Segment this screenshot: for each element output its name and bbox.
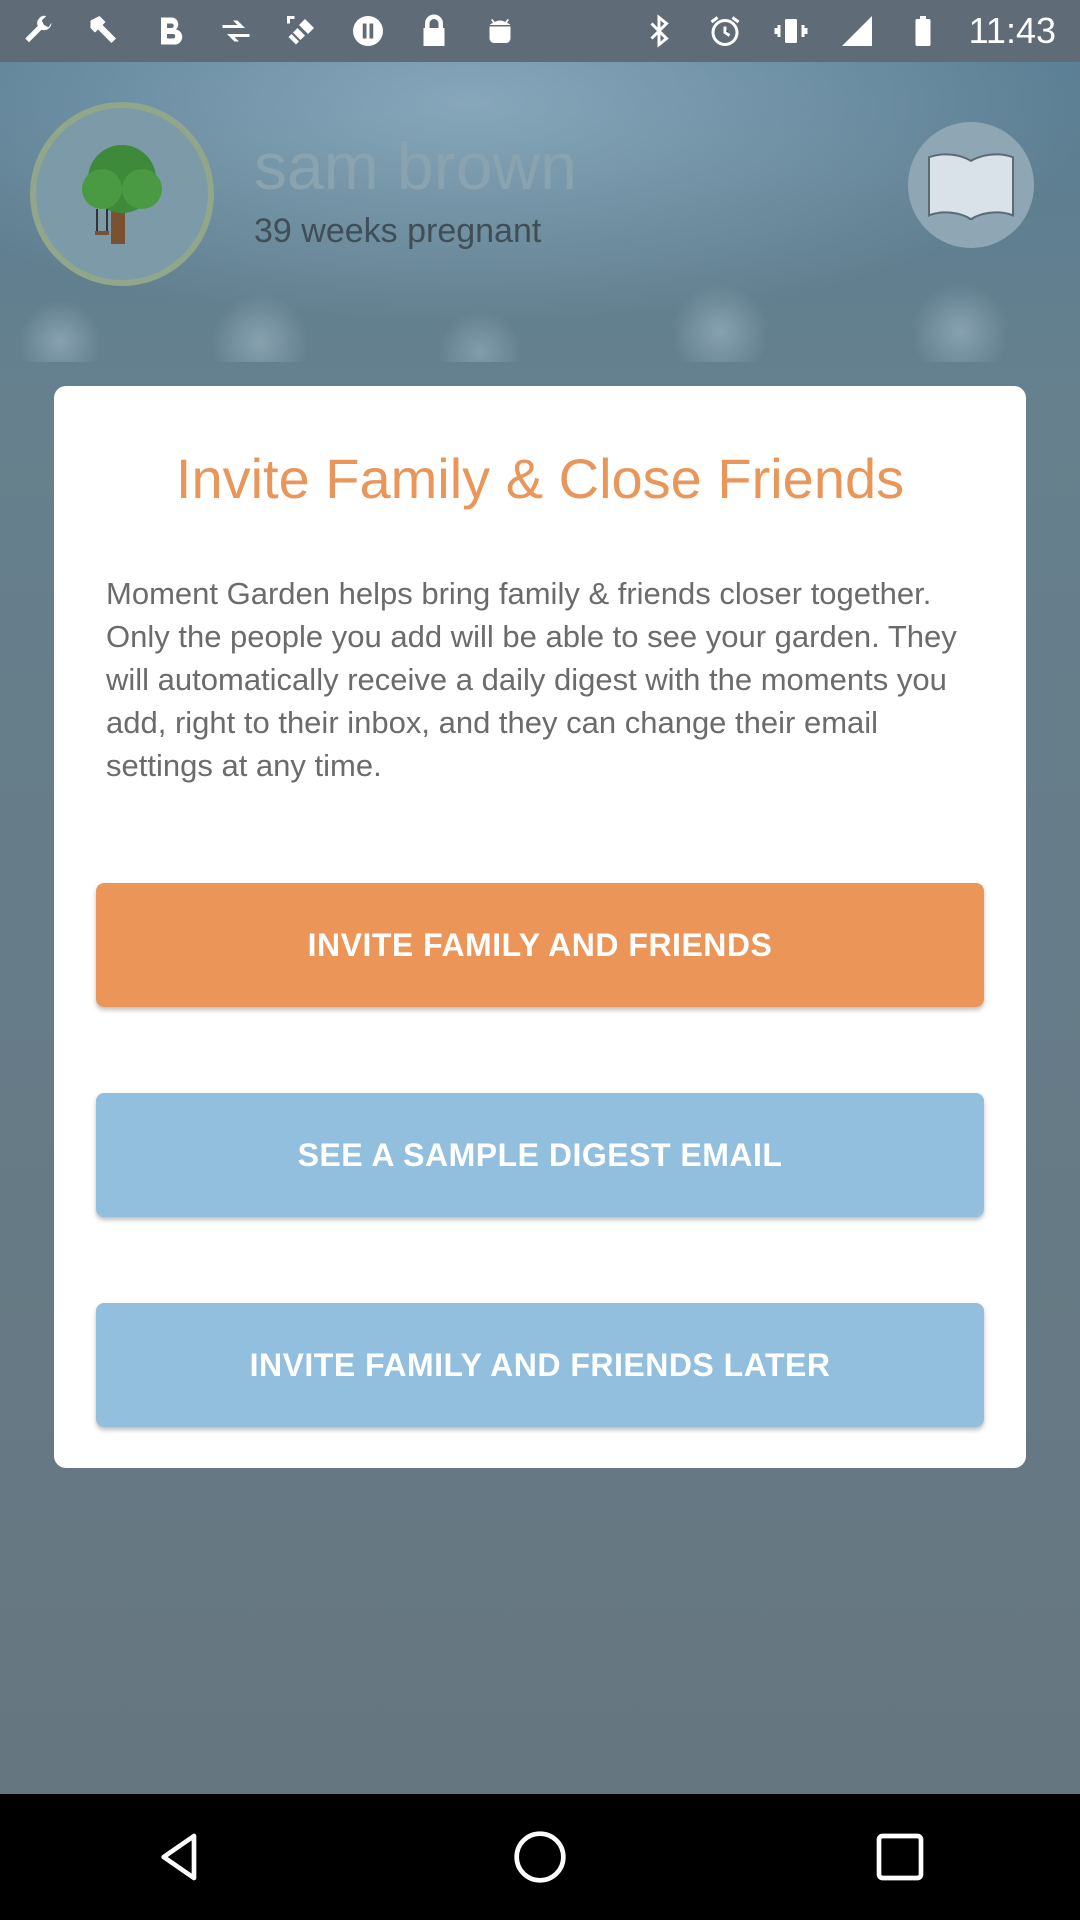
invite-family-button[interactable]: INVITE FAMILY AND FRIENDS: [96, 883, 984, 1007]
status-bar-right: 11:43: [639, 10, 1056, 52]
bold-b-icon: [150, 11, 190, 51]
dialog-title: Invite Family & Close Friends: [175, 447, 905, 510]
home-icon[interactable]: [500, 1817, 580, 1897]
hammer-icon: [84, 11, 124, 51]
profile-name: sam brown: [254, 129, 577, 203]
wrench-icon: [18, 11, 58, 51]
lock-icon: [414, 11, 454, 51]
vibrate-icon: [771, 11, 811, 51]
navigation-bar: [0, 1794, 1080, 1920]
android-icon: [480, 11, 520, 51]
profile-avatar[interactable]: [30, 102, 214, 286]
sample-digest-button[interactable]: SEE A SAMPLE DIGEST EMAIL: [96, 1093, 984, 1217]
journal-button[interactable]: [908, 122, 1034, 248]
status-bar: 11:43: [0, 0, 1080, 62]
dialog-description: Moment Garden helps bring family & frien…: [106, 576, 957, 783]
tree-icon: [82, 145, 162, 244]
alarm-icon: [705, 11, 745, 51]
book-icon: [928, 153, 1014, 220]
invite-dialog: Invite Family & Close Friends Moment Gar…: [54, 386, 1026, 1468]
signal-icon: [837, 11, 877, 51]
bluetooth-icon: [639, 11, 679, 51]
pregnancy-status: 39 weeks pregnant: [254, 212, 542, 250]
status-bar-left: [18, 11, 520, 51]
pause-circle-icon: [348, 11, 388, 51]
clouds-decoration: [0, 272, 1080, 362]
fast-forward-icon: [216, 11, 256, 51]
invite-later-button[interactable]: INVITE FAMILY AND FRIENDS LATER: [96, 1303, 984, 1427]
fake-gps-icon: [282, 11, 322, 51]
back-icon[interactable]: [140, 1817, 220, 1897]
clock-time: 11:43: [968, 10, 1056, 51]
battery-icon: [903, 11, 943, 51]
recents-icon[interactable]: [860, 1817, 940, 1897]
